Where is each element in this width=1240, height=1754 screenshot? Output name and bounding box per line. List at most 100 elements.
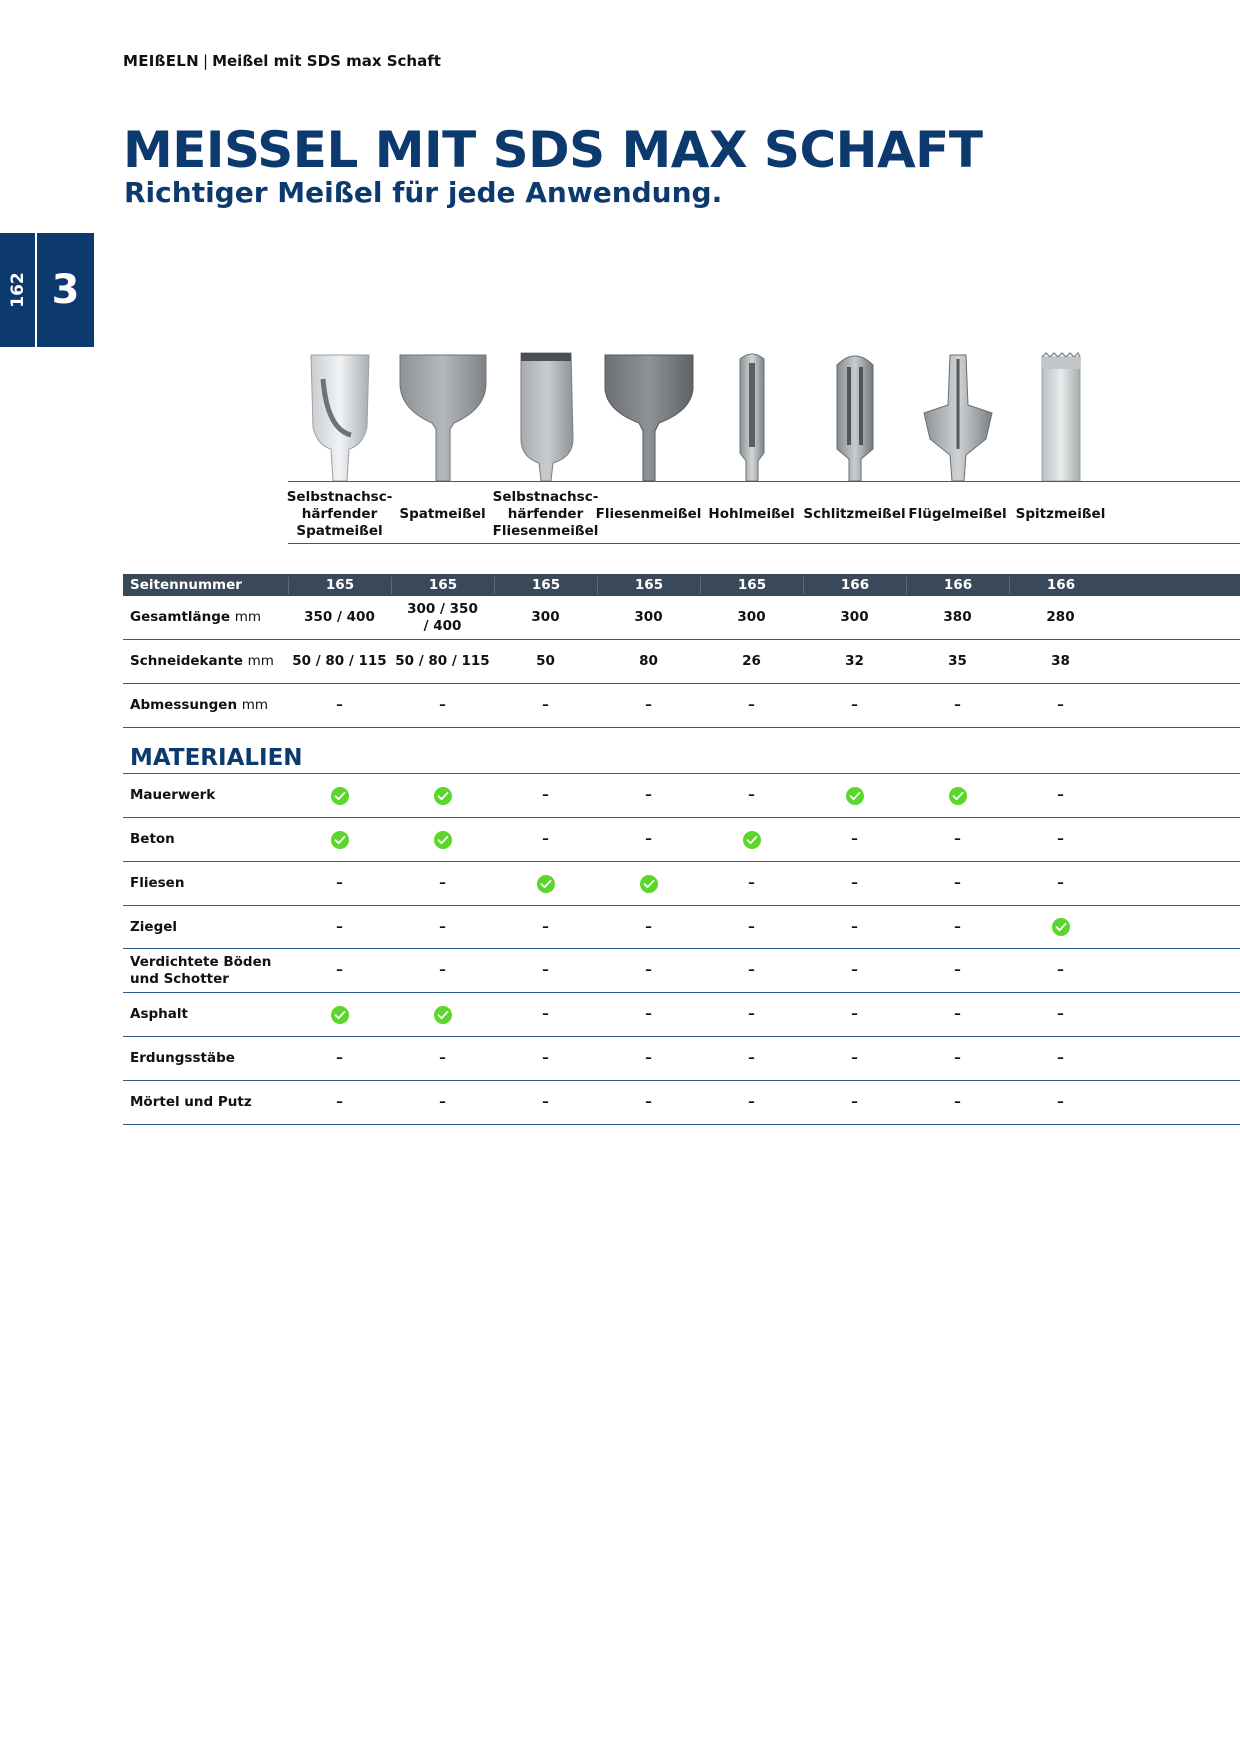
table-cell: 380 [943,609,972,625]
tile-chisel-icon [597,345,700,481]
table-cell: 38 [1051,653,1070,669]
dash-icon: – [1057,962,1064,978]
dash-icon: – [645,831,652,847]
check-icon [288,830,391,849]
table-cell: – [1057,697,1064,713]
table-cell: 50 [536,653,555,669]
check-icon [906,786,1009,805]
dash-icon: – [645,962,652,978]
table-cell: 166 [1009,576,1112,594]
dash-icon: – [439,1094,446,1110]
breadcrumb-subsection: Meißel mit SDS max Schaft [212,52,441,70]
row-label: Mörtel und Putz [130,1094,252,1110]
table-cell: – [645,697,652,713]
dash-icon: – [1057,875,1064,891]
check-icon [494,874,597,893]
dash-icon: – [954,875,961,891]
table-cell: 165 [288,576,391,594]
row-label: Mauerwerk [130,787,216,803]
dash-icon: – [748,918,755,935]
dash-icon: – [542,1050,549,1066]
check-icon [288,1005,391,1024]
dash-icon: – [851,875,858,891]
row-label: Fliesen [130,875,185,891]
divider [288,543,1240,544]
page-number-box: 162 [0,233,37,347]
breadcrumb: MEIßELN | Meißel mit SDS max Schaft [123,52,441,70]
dash-icon: – [336,962,343,978]
point-chisel-icon [1009,345,1112,481]
dash-icon: – [748,1006,755,1022]
tool-name: Spatmeißel [399,505,486,522]
table-cell: 165 [700,576,803,594]
table-cell: – [954,697,961,713]
dash-icon: – [645,1006,652,1022]
dash-icon: – [439,918,446,935]
page-subtitle: Richtiger Meißel für jede Anwendung. [124,176,723,209]
table-cell: 300 [634,609,663,625]
dash-icon: – [336,1050,343,1066]
tool-name: Spitzmeißel [1015,505,1106,522]
dash-icon: – [954,1094,961,1110]
table-cell: 300 / 350 / 400 [407,600,478,634]
dash-icon: – [1057,1050,1064,1066]
spec-table: Seitennummer 165 165 165 165 165 166 166… [123,574,1240,1125]
dash-icon: – [954,918,961,935]
tool-name: Selbstnachsc-härfender Fliesenmeißel [492,488,599,539]
table-row: Mörtel und Putz – – – – – – – – [123,1081,1240,1125]
dash-icon: – [336,875,343,891]
tool-name: Selbstnachsc-härfender Spatmeißel [286,488,393,539]
row-label: Beton [130,831,175,847]
row-label: Gesamtlänge mm [130,609,262,625]
table-cell: 50 / 80 / 115 [395,653,490,669]
table-cell: 350 / 400 [304,609,375,625]
dash-icon: – [336,918,343,935]
materials-rows: Mauerwerk – – – – Beton – – – – – Fliesen – – – – – – Zieg… [123,774,1240,1125]
dash-icon: – [1057,831,1064,847]
table-row: Verdichtete Böden und Schotter – – – – – – – – [123,949,1240,993]
dash-icon: – [645,1094,652,1110]
dash-icon: – [1057,787,1064,803]
gouge-chisel-icon [700,345,803,481]
chapter-tab: 162 3 [0,233,94,347]
table-header-row: Seitennummer 165 165 165 165 165 166 166… [123,574,1240,596]
table-cell: – [336,697,343,713]
dash-icon: – [1057,1006,1064,1022]
breadcrumb-section: MEIßELN [123,52,200,70]
dash-icon: – [851,918,858,935]
table-row: Asphalt – – – – – – [123,993,1240,1037]
check-icon [391,1005,494,1024]
table-row: Schneidekante mm 50 / 80 / 115 50 / 80 /… [123,640,1240,684]
dash-icon: – [542,1006,549,1022]
dash-icon: – [748,1050,755,1066]
channel-chisel-icon [803,345,906,481]
dash-icon: – [542,962,549,978]
divider [288,481,1240,482]
table-cell: 165 [391,576,494,594]
table-row: Mauerwerk – – – – [123,774,1240,818]
dash-icon: – [954,831,961,847]
table-cell: – [439,697,446,713]
table-cell: 280 [1046,609,1075,625]
table-cell: 165 [597,576,700,594]
row-label: Schneidekante mm [130,653,274,669]
dash-icon: – [439,875,446,891]
table-row: Ziegel – – – – – – – [123,906,1240,949]
table-cell: 166 [906,576,1009,594]
spade-chisel-self-sharpening-icon [288,345,391,481]
table-row: Abmessungen mm – – – – – – – – [123,684,1240,728]
section-heading-materials: MATERIALIEN [123,728,1240,774]
table-cell: 300 [840,609,869,625]
check-icon [391,830,494,849]
wing-chisel-icon [906,345,1009,481]
row-label: Abmessungen mm [130,697,269,713]
tool-name: Schlitzmeißel [803,505,906,522]
row-label: Verdichtete Böden und Schotter [130,953,272,987]
table-cell: 300 [737,609,766,625]
dash-icon: – [1057,1094,1064,1110]
chapter-number: 3 [37,233,94,347]
check-icon [391,786,494,805]
dash-icon: – [954,962,961,978]
row-label: Seitennummer [130,576,242,593]
dash-icon: – [954,1050,961,1066]
